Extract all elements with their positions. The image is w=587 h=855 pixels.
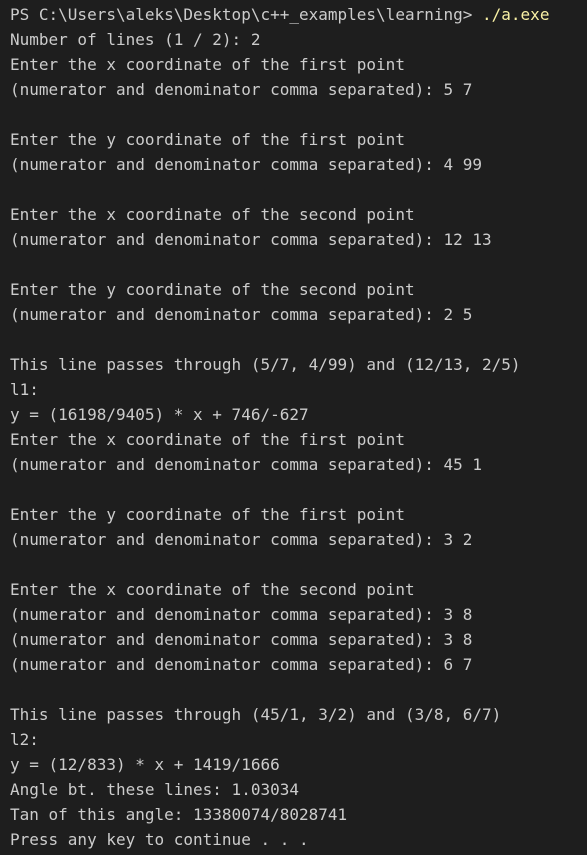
terminal-window[interactable]: PS C:\Users\aleks\Desktop\c++_examples\l… — [0, 0, 587, 855]
output-line: Number of lines (1 / 2): 2 — [10, 30, 261, 49]
output-line: Enter the y coordinate of the first poin… — [10, 505, 405, 524]
output-line: (numerator and denominator comma separat… — [10, 305, 473, 324]
output-line: Enter the x coordinate of the first poin… — [10, 55, 405, 74]
output-line: l1: — [10, 380, 39, 399]
output-line: This line passes through (45/1, 3/2) and… — [10, 705, 502, 724]
output-line: (numerator and denominator comma separat… — [10, 605, 473, 624]
output-line: (numerator and denominator comma separat… — [10, 530, 473, 549]
output-line: Enter the x coordinate of the second poi… — [10, 580, 415, 599]
output-line: Angle bt. these lines: 1.03034 — [10, 780, 299, 799]
output-line: y = (12/833) * x + 1419/1666 — [10, 755, 280, 774]
output-line: (numerator and denominator comma separat… — [10, 155, 483, 174]
output-line: Enter the x coordinate of the second poi… — [10, 205, 415, 224]
terminal-output: Number of lines (1 / 2): 2 Enter the x co… — [10, 27, 587, 852]
output-line: (numerator and denominator comma separat… — [10, 655, 473, 674]
output-line: (numerator and denominator comma separat… — [10, 230, 492, 249]
output-line: Enter the y coordinate of the first poin… — [10, 130, 405, 149]
command-text: ./a.exe — [482, 5, 550, 24]
output-line: l2: — [10, 730, 39, 749]
output-line: Press any key to continue . . . — [10, 830, 309, 849]
prompt-path: PS C:\Users\aleks\Desktop\c++_examples\l… — [10, 5, 483, 24]
output-line: y = (16198/9405) * x + 746/-627 — [10, 405, 309, 424]
output-line: (numerator and denominator comma separat… — [10, 630, 473, 649]
output-line: Enter the y coordinate of the second poi… — [10, 280, 415, 299]
output-line: Tan of this angle: 13380074/8028741 — [10, 805, 348, 824]
prompt-line: PS C:\Users\aleks\Desktop\c++_examples\l… — [10, 2, 587, 27]
output-line: This line passes through (5/7, 4/99) and… — [10, 355, 521, 374]
output-line: (numerator and denominator comma separat… — [10, 455, 483, 474]
output-line: (numerator and denominator comma separat… — [10, 80, 473, 99]
output-line: Enter the x coordinate of the first poin… — [10, 430, 405, 449]
